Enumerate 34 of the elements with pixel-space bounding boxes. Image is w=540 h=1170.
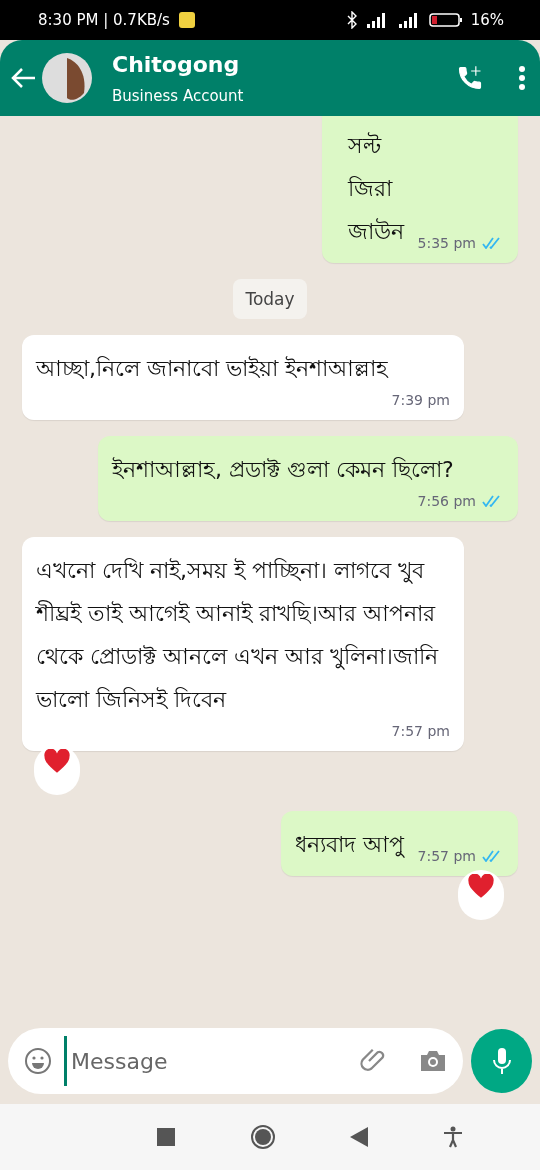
notification-icon (177, 11, 196, 29)
status-time: 8:30 PM | 0.7KB/s (38, 11, 170, 29)
message-text: আচ্ছা,নিলে জানাবো ভাইয়া ইনশাআল্লাহ (36, 355, 388, 383)
message-input[interactable]: Message (64, 1036, 347, 1086)
battery-icon (428, 12, 463, 28)
accessibility-icon[interactable] (442, 1126, 463, 1148)
battery-percent: 16% (470, 11, 504, 29)
message-time: 7:57 pm (417, 847, 476, 866)
message-field[interactable]: Message (8, 1028, 463, 1094)
back-icon[interactable] (10, 67, 36, 89)
emoji-icon[interactable] (24, 1047, 52, 1075)
microphone-icon (491, 1046, 512, 1076)
message-time: 7:56 pm (417, 492, 476, 511)
recents-icon[interactable] (157, 1128, 176, 1146)
message-time: 7:39 pm (391, 391, 450, 410)
message-text: সল্ট জিরা জাউন (347, 131, 404, 246)
message-text: ধন্যবাদ আপু (294, 831, 404, 860)
back-nav-icon[interactable] (350, 1127, 369, 1147)
bluetooth-icon (346, 11, 357, 29)
reaction-badge[interactable] (458, 870, 504, 920)
heart-icon (43, 749, 71, 774)
contact-name[interactable]: Chitogong (112, 51, 456, 77)
more-options-icon[interactable] (518, 65, 526, 91)
camera-icon[interactable] (419, 1049, 447, 1073)
message-text: ইনশাআল্লাহ, প্রডাক্ট গুলা কেমন ছিলো? (112, 456, 454, 484)
contact-subtitle: Business Account (112, 86, 245, 105)
date-chip: Today (233, 279, 307, 319)
home-icon[interactable] (249, 1124, 276, 1150)
avatar[interactable] (42, 53, 92, 103)
message-time: 5:35 pm (417, 234, 476, 253)
heart-icon (467, 874, 495, 899)
message-text: এখনো দেখি নাই,সময় ই পাচ্ছিনা। লাগবে খুব শীঘ্রই তাই আগেই আনাই রাখছি।আর আপনার থেকে প্রোডাক্ট আনলে এখন আর খুলিনা।জানি ভালো জিনিসই দিবেন (36, 557, 440, 714)
message-time: 7:57 pm (391, 722, 450, 741)
add-call-icon[interactable] (456, 64, 484, 92)
